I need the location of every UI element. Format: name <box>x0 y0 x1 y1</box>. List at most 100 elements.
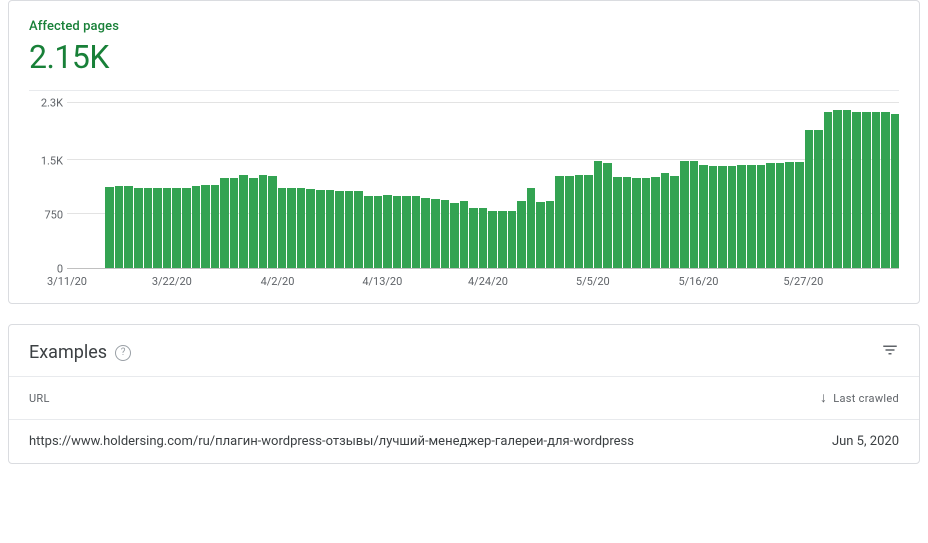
bar <box>383 195 392 268</box>
bar <box>555 176 564 268</box>
bar <box>326 190 335 268</box>
bar <box>805 130 814 268</box>
bar <box>134 188 143 268</box>
bar <box>412 196 421 268</box>
url-cell: https://www.holdersing.com/ru/плагин-wor… <box>29 434 634 449</box>
bar <box>259 175 268 268</box>
bar <box>690 161 699 268</box>
examples-header: Examples ? <box>9 325 919 377</box>
y-tick-label: 0 <box>29 263 63 276</box>
metric-value: 2.15K <box>29 38 899 76</box>
bar <box>354 191 363 268</box>
x-tick-label: 4/13/20 <box>362 275 402 288</box>
bar <box>498 211 507 268</box>
bar <box>757 165 766 268</box>
table-row[interactable]: https://www.holdersing.com/ru/плагин-wor… <box>9 420 919 463</box>
bar <box>220 178 229 268</box>
bar <box>297 188 306 268</box>
bar <box>699 165 708 268</box>
bar <box>105 187 114 268</box>
bar <box>163 188 172 268</box>
bar <box>536 202 545 268</box>
bar <box>623 177 632 268</box>
bar <box>402 196 411 268</box>
bar <box>479 208 488 268</box>
bar <box>364 196 373 268</box>
bar <box>565 176 574 268</box>
bar <box>421 198 430 268</box>
bar <box>632 178 641 268</box>
bar <box>488 211 497 268</box>
bar <box>345 191 354 268</box>
bar <box>431 199 440 268</box>
examples-title: Examples <box>29 342 107 363</box>
bar <box>460 201 469 268</box>
bar <box>670 176 679 268</box>
bar <box>527 188 536 268</box>
bar <box>239 175 248 268</box>
bar <box>766 163 775 268</box>
bar <box>335 191 344 268</box>
bar <box>642 178 651 268</box>
x-tick-label: 3/22/20 <box>152 275 192 288</box>
bar <box>575 175 584 268</box>
bar <box>546 201 555 268</box>
bar <box>469 208 478 268</box>
bar <box>153 188 162 268</box>
filter-icon[interactable] <box>881 341 899 364</box>
bar <box>172 188 181 268</box>
x-tick-label: 5/16/20 <box>678 275 718 288</box>
card-header: Affected pages 2.15K <box>9 1 919 97</box>
bar <box>508 211 517 268</box>
bar <box>709 166 718 268</box>
column-url-header: URL <box>29 392 50 405</box>
bar <box>747 165 756 268</box>
x-tick-label: 4/24/20 <box>468 275 508 288</box>
plot-area <box>67 103 899 269</box>
bar <box>211 185 220 268</box>
bar <box>115 186 124 268</box>
date-cell: Jun 5, 2020 <box>832 434 899 449</box>
bar <box>278 188 287 268</box>
bar <box>824 112 833 268</box>
y-tick-label: 2.3K <box>29 97 63 110</box>
bar <box>316 190 325 268</box>
bar <box>603 163 612 268</box>
bar <box>776 163 785 268</box>
bar <box>144 188 153 268</box>
x-tick-label: 4/2/20 <box>261 275 295 288</box>
bar <box>201 185 210 268</box>
bar <box>881 112 890 268</box>
bar <box>795 162 804 268</box>
bar <box>728 166 737 268</box>
bar <box>737 165 746 268</box>
table-header-row: URL ↓ Last crawled <box>9 377 919 420</box>
bar <box>814 130 823 268</box>
bar <box>441 200 450 268</box>
metric-label: Affected pages <box>29 19 899 34</box>
bar <box>872 112 881 268</box>
y-axis: 07501.5K2.3K <box>29 103 63 269</box>
bar <box>517 201 526 268</box>
bar-chart: 0 750 1.5K 2.3K 3/11/20 3/22/20 4/2/20 4/13/20… <box>9 97 919 297</box>
bar <box>287 188 296 268</box>
bar <box>230 178 239 268</box>
x-tick-label: 3/11/20 <box>47 275 87 288</box>
bar <box>852 112 861 268</box>
bar <box>393 196 402 268</box>
bar <box>862 112 871 268</box>
column-last-crawled-header[interactable]: ↓ Last crawled <box>820 391 899 405</box>
bar <box>680 161 689 268</box>
y-tick-label: 1.5K <box>29 154 63 167</box>
y-tick-label: 750 <box>29 208 63 221</box>
sort-arrow-down-icon: ↓ <box>820 391 827 405</box>
bar <box>891 114 900 268</box>
help-icon[interactable]: ? <box>115 345 131 361</box>
x-axis: 3/11/203/22/204/2/204/13/204/24/205/5/20… <box>67 275 899 291</box>
bar <box>450 203 459 268</box>
x-tick-label: 5/5/20 <box>576 275 610 288</box>
bar <box>249 178 258 268</box>
bar <box>268 176 277 268</box>
bar <box>785 162 794 268</box>
bar <box>584 175 593 268</box>
